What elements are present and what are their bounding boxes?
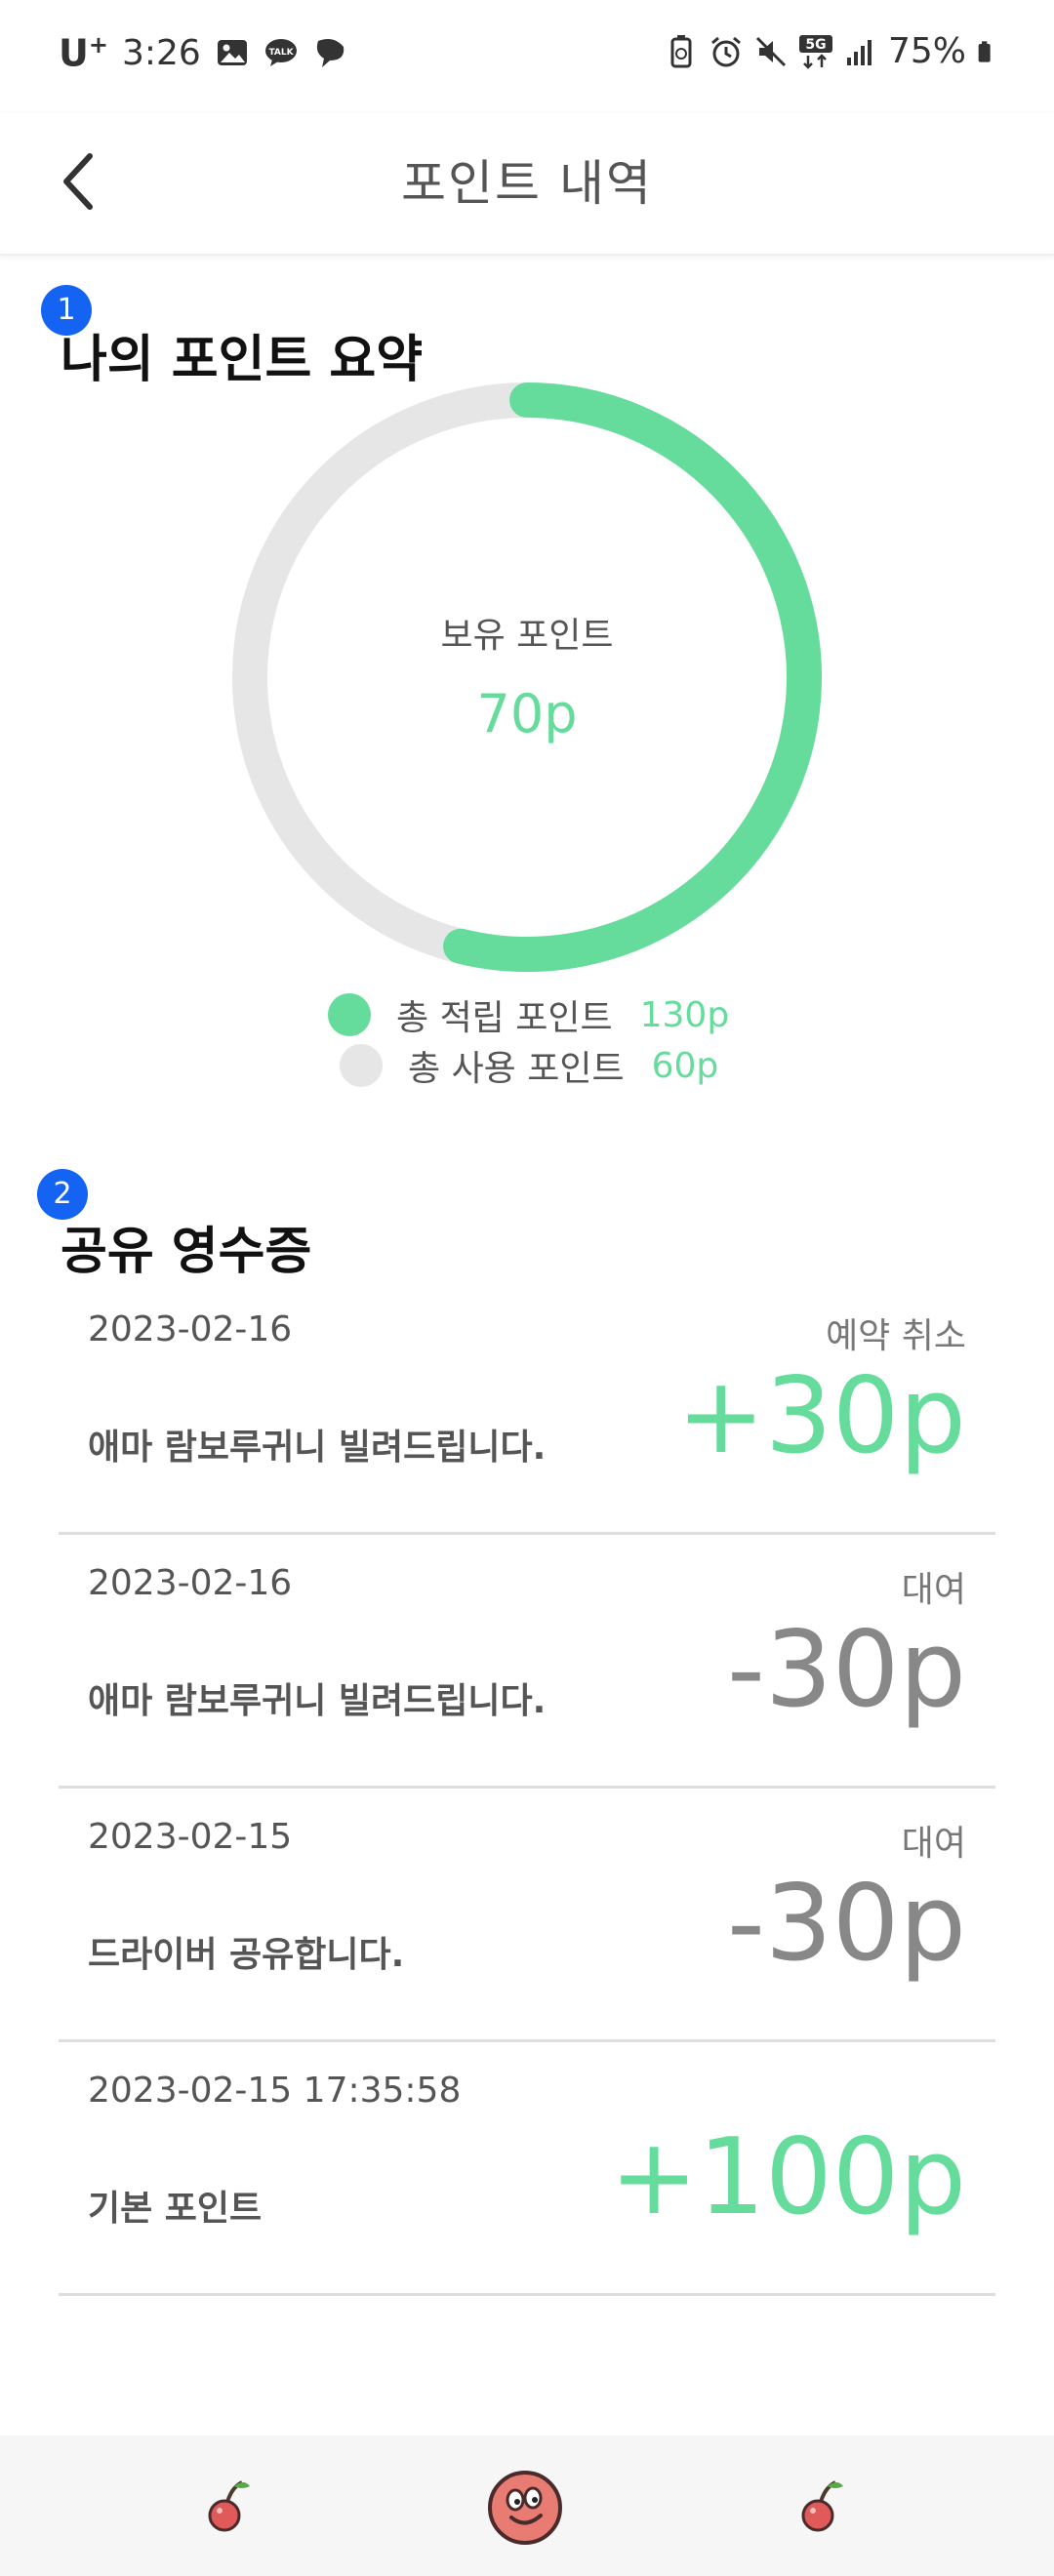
receipt-status: 대여 — [901, 1824, 966, 1864]
battery-percent: 75% — [887, 31, 966, 71]
receipt-status: 대여 — [901, 1570, 966, 1610]
cherry-icon — [208, 2480, 250, 2532]
gallery-icon — [217, 40, 247, 66]
mute-icon — [755, 36, 787, 66]
kakaotalk-icon: TALK — [264, 39, 297, 67]
signal-icon — [846, 39, 872, 65]
message-icon — [316, 39, 345, 68]
carrier-label: U+ — [59, 31, 108, 75]
summary-title: 나의 포인트 요약 — [61, 331, 424, 389]
svg-text:TALK: TALK — [268, 48, 294, 58]
legend-label: 총 적립 포인트 — [396, 998, 613, 1038]
receipt-amount: -30p — [727, 1863, 966, 1985]
app-header: 포인트 내역 — [0, 113, 1054, 256]
nav-item-center[interactable] — [486, 2469, 564, 2551]
legend-dot-used — [340, 1044, 383, 1087]
clock: 3:26 — [121, 32, 201, 73]
points-donut-chart — [232, 382, 822, 972]
receipt-status: 예약 취소 — [826, 1316, 966, 1356]
receipt-item[interactable]: 2023-02-15 대여 드라이버 공유합니다. -30p — [59, 1788, 995, 2042]
receipt-date: 2023-02-15 — [88, 1817, 293, 1857]
legend-used: 총 사용 포인트 60p — [340, 1040, 718, 1091]
legend-dot-earned — [328, 993, 371, 1036]
receipt-amount: -30p — [727, 1609, 966, 1731]
receipt-date: 2023-02-16 — [88, 1563, 293, 1603]
battery-saver-icon — [670, 34, 692, 67]
bottom-nav — [0, 2435, 1054, 2576]
svg-text:5G: 5G — [805, 37, 826, 53]
alarm-icon — [711, 36, 741, 66]
legend-value: 60p — [651, 1045, 719, 1086]
receipt-description: 애마 람보루귀니 빌려드립니다. — [88, 1681, 547, 1721]
page-title: 포인트 내역 — [401, 155, 653, 212]
battery-icon — [978, 40, 991, 62]
receipt-description: 애마 람보루귀니 빌려드립니다. — [88, 1428, 547, 1468]
receipt-amount: +100p — [609, 2116, 966, 2238]
donut-balance-segment — [443, 382, 822, 972]
network-5g-icon: 5G — [798, 34, 832, 69]
receipt-item[interactable]: 2023-02-16 예약 취소 애마 람보루귀니 빌려드립니다. +30p — [59, 1280, 995, 1535]
balance-value: 70p — [476, 683, 578, 745]
receipt-item[interactable]: 2023-02-15 17:35:58 기본 포인트 +100p — [59, 2041, 995, 2296]
status-right: 5G 75% — [664, 31, 999, 71]
nav-item-left[interactable] — [201, 2476, 256, 2539]
legend-earned: 총 적립 포인트 130p — [328, 989, 729, 1040]
character-face-icon — [488, 2471, 562, 2545]
receipt-date: 2023-02-16 — [88, 1309, 293, 1349]
receipts-title: 공유 영수증 — [61, 1223, 312, 1281]
receipt-item[interactable]: 2023-02-16 대여 애마 람보루귀니 빌려드립니다. -30p — [59, 1534, 995, 1789]
receipt-description: 드라이버 공유합니다. — [88, 1935, 405, 1975]
receipt-date: 2023-02-15 17:35:58 — [88, 2071, 462, 2111]
status-bar: U+ 3:26 TALK 5G 75% — [0, 0, 1054, 113]
legend-value: 130p — [639, 994, 730, 1035]
legend-label: 총 사용 포인트 — [408, 1049, 625, 1089]
nav-item-right[interactable] — [794, 2476, 849, 2539]
status-left: U+ 3:26 TALK — [59, 31, 347, 75]
cherry-icon — [801, 2480, 843, 2532]
balance-label: 보유 포인트 — [440, 616, 614, 656]
receipt-description: 기본 포인트 — [88, 2189, 263, 2229]
receipt-amount: +30p — [676, 1355, 966, 1477]
